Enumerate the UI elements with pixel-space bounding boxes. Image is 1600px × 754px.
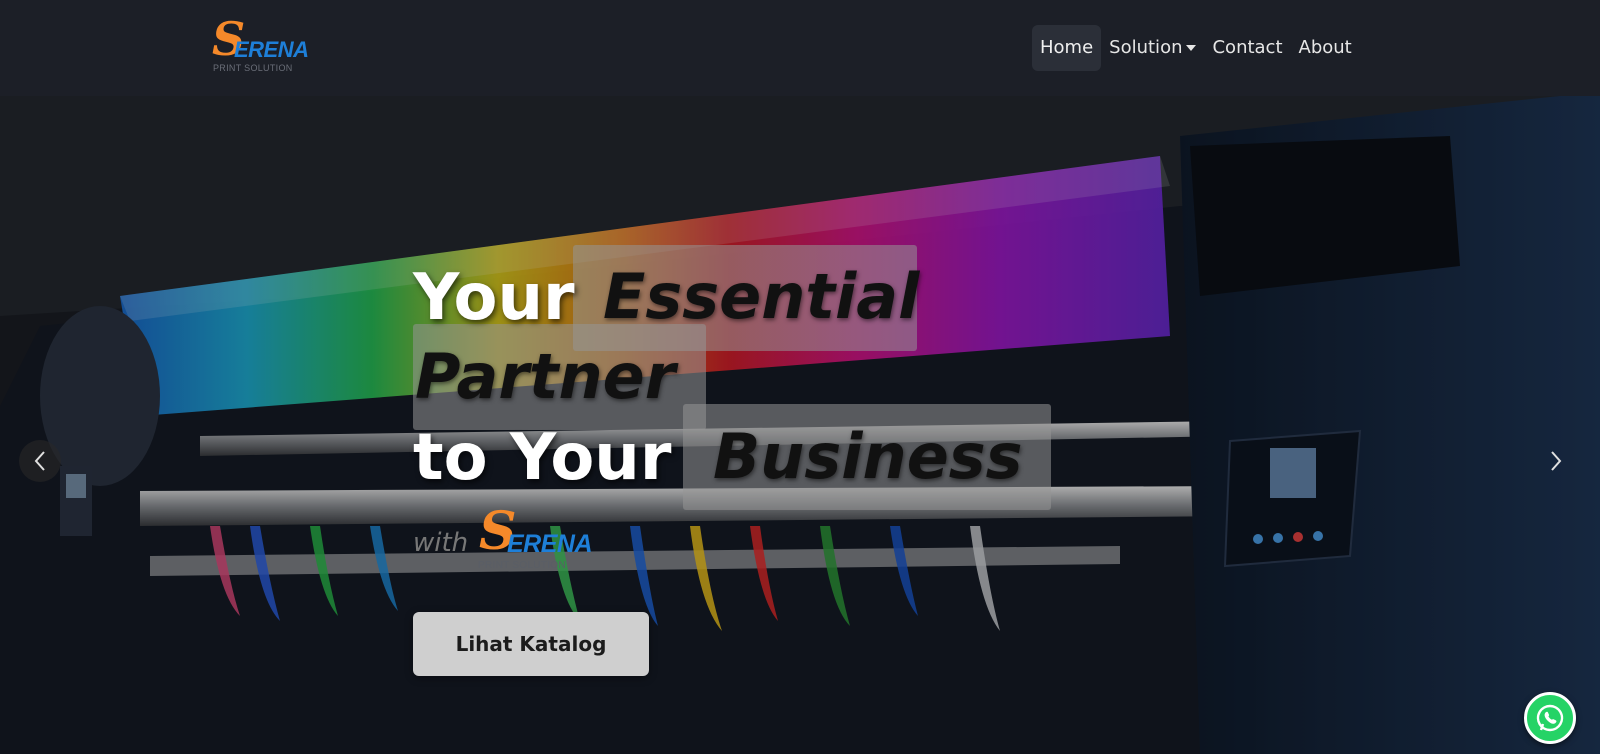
whatsapp-button[interactable] [1524, 692, 1576, 744]
logo-subtitle: PRINT SOLUTION [213, 63, 293, 73]
with-label: with [413, 528, 469, 558]
nav-about[interactable]: About [1291, 25, 1360, 71]
hero-brand-logo: S ERENA PRINT SOLUTION [477, 506, 597, 576]
logo-word: ERENA [234, 37, 309, 62]
carousel-prev-button[interactable] [19, 440, 61, 482]
chevron-left-icon [34, 451, 45, 471]
main-nav: Home Solution Contact About [1032, 25, 1360, 71]
nav-solution-label: Solution [1109, 37, 1183, 58]
brand-logo[interactable]: S ERENA PRINT SOLUTION [210, 16, 310, 78]
hero-dark-overlay [0, 96, 1600, 754]
chevron-right-icon [1551, 451, 1562, 471]
carousel-next-button[interactable] [1535, 440, 1577, 482]
logo-subtitle: PRINT SOLUTION [478, 560, 566, 571]
nav-contact[interactable]: Contact [1204, 25, 1290, 71]
nav-home[interactable]: Home [1032, 25, 1102, 71]
whatsapp-icon [1536, 704, 1564, 732]
nav-solution-dropdown[interactable]: Solution [1101, 25, 1204, 71]
lihat-katalog-button[interactable]: Lihat Katalog [413, 612, 649, 676]
navbar: S ERENA PRINT SOLUTION Home Solution Con… [0, 0, 1600, 96]
caret-down-icon [1186, 45, 1197, 51]
logo-word: ERENA [507, 530, 593, 558]
hero-carousel: Your Essential Partner to Your Business … [0, 96, 1600, 754]
